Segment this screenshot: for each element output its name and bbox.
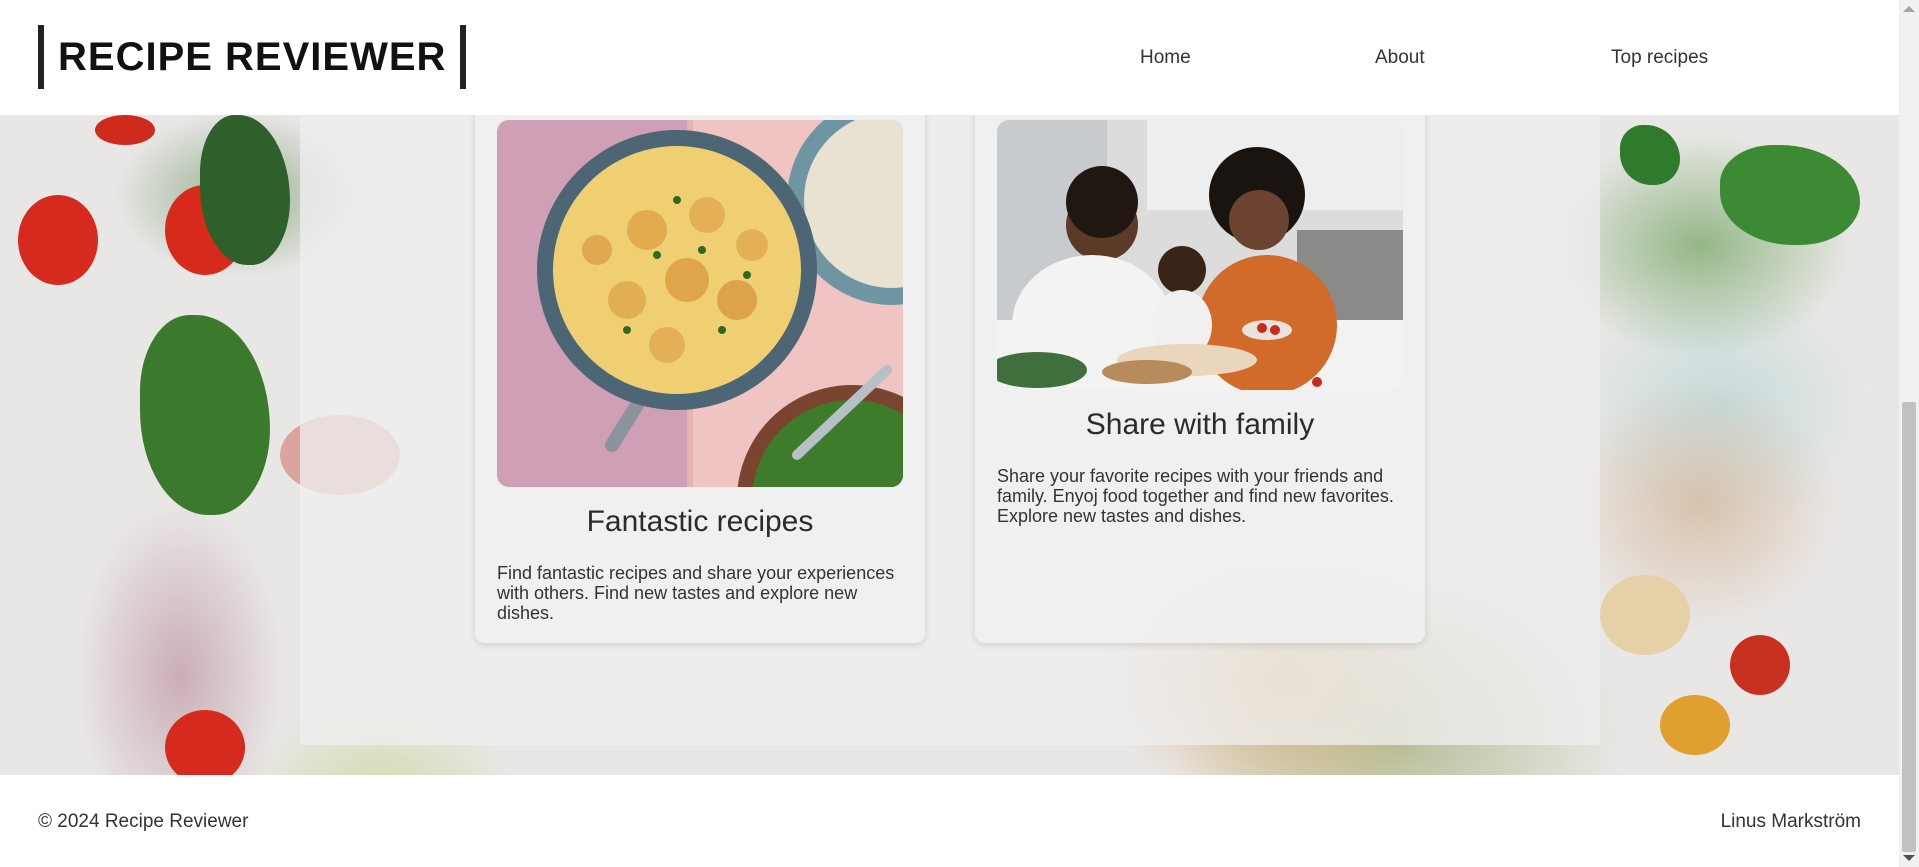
page-scrollbar[interactable] <box>1899 0 1919 867</box>
card-description: Find fantastic recipes and share your ex… <box>497 563 895 623</box>
feature-card-share-with-family: Share with family Share your favorite re… <box>975 95 1425 643</box>
site-footer: © 2024 Recipe Reviewer Linus Markström <box>0 775 1899 867</box>
nav-top-recipes-link[interactable]: Top recipes <box>1611 47 1708 69</box>
nav-home-link[interactable]: Home <box>1140 47 1191 69</box>
family-cooking-photo <box>997 120 1403 390</box>
nav-about-link[interactable]: About <box>1375 47 1425 69</box>
feature-card-fantastic-recipes: Fantastic recipes Find fantastic recipes… <box>475 95 925 643</box>
card-description: Share your favorite recipes with your fr… <box>997 466 1394 526</box>
scroll-up-arrow-icon[interactable] <box>1903 6 1915 12</box>
author-name: Linus Markström <box>1720 811 1861 832</box>
scroll-down-arrow-icon[interactable] <box>1903 855 1915 861</box>
card-title: Share with family <box>1085 408 1315 441</box>
creamy-chicken-pan-photo <box>497 120 903 487</box>
card-title: Fantastic recipes <box>586 505 814 538</box>
site-logo[interactable]: RECIPE REVIEWER <box>38 25 467 89</box>
scrollbar-thumb[interactable] <box>1902 402 1916 852</box>
copyright-text: © 2024 Recipe Reviewer <box>38 811 249 832</box>
site-header: RECIPE REVIEWER Home About Top recipes <box>0 0 1899 115</box>
